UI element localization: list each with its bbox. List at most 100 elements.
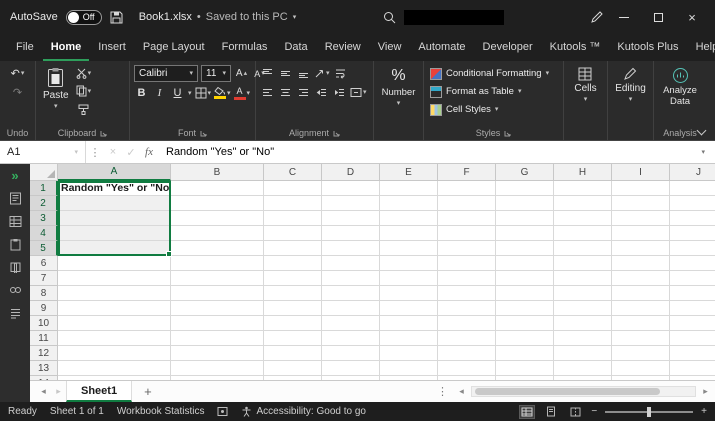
cell-D6[interactable] — [322, 256, 380, 271]
cell-C14[interactable] — [264, 376, 322, 380]
cell-A4[interactable] — [58, 226, 171, 241]
more-options-icon[interactable]: ⋮ — [86, 146, 104, 159]
add-sheet-button[interactable]: + — [144, 384, 152, 399]
save-icon[interactable] — [110, 11, 123, 24]
paste-button[interactable]: Paste ▾ — [40, 65, 72, 112]
tab-kutools[interactable]: Kutools ™ — [542, 34, 609, 61]
clipboard-dialog-launcher[interactable] — [100, 130, 107, 137]
row-header-11[interactable]: 11 — [30, 331, 58, 346]
row-header-12[interactable]: 12 — [30, 346, 58, 361]
scrollbar-options-icon[interactable]: ⋮ — [437, 385, 448, 398]
cell-E13[interactable] — [380, 361, 438, 376]
cell-F13[interactable] — [438, 361, 496, 376]
merge-center-button[interactable]: ▾ — [350, 84, 367, 100]
format-painter-button[interactable] — [76, 101, 91, 117]
find-icon[interactable] — [9, 284, 22, 297]
cell-G13[interactable] — [496, 361, 554, 376]
column-header-A[interactable]: A — [58, 164, 171, 181]
cell-F9[interactable] — [438, 301, 496, 316]
cell-A8[interactable] — [58, 286, 171, 301]
align-middle-icon[interactable] — [278, 65, 293, 81]
column-header-G[interactable]: G — [496, 164, 554, 181]
undo-button[interactable]: ↶ ▾ — [10, 65, 25, 81]
fill-color-button[interactable]: ▾ — [214, 85, 231, 101]
cell-E12[interactable] — [380, 346, 438, 361]
horizontal-scrollbar[interactable] — [471, 386, 696, 397]
cell-J2[interactable] — [670, 196, 715, 211]
tab-insert[interactable]: Insert — [90, 34, 134, 61]
cell-I12[interactable] — [612, 346, 670, 361]
cell-F11[interactable] — [438, 331, 496, 346]
cell-G8[interactable] — [496, 286, 554, 301]
wrap-text-button[interactable] — [333, 65, 348, 81]
cell-J3[interactable] — [670, 211, 715, 226]
conditional-formatting-button[interactable]: Conditional Formatting ▾ — [428, 65, 551, 82]
tab-view[interactable]: View — [370, 34, 410, 61]
cell-A7[interactable] — [58, 271, 171, 286]
cell-D11[interactable] — [322, 331, 380, 346]
cell-G4[interactable] — [496, 226, 554, 241]
cell-F1[interactable] — [438, 181, 496, 196]
cell-D12[interactable] — [322, 346, 380, 361]
cell-F12[interactable] — [438, 346, 496, 361]
cell-I4[interactable] — [612, 226, 670, 241]
select-all-button[interactable] — [30, 164, 58, 181]
cell-J7[interactable] — [670, 271, 715, 286]
tab-formulas[interactable]: Formulas — [214, 34, 276, 61]
cell-I11[interactable] — [612, 331, 670, 346]
cut-button[interactable]: ▾ — [76, 65, 91, 81]
cell-G3[interactable] — [496, 211, 554, 226]
column-list-icon[interactable] — [9, 307, 22, 320]
align-right-icon[interactable] — [296, 84, 311, 100]
cell-J14[interactable] — [670, 376, 715, 380]
cell-J11[interactable] — [670, 331, 715, 346]
cell-B3[interactable] — [171, 211, 264, 226]
search-icon[interactable] — [383, 11, 396, 24]
column-header-B[interactable]: B — [171, 164, 264, 181]
cell-D7[interactable] — [322, 271, 380, 286]
cell-E2[interactable] — [380, 196, 438, 211]
tab-review[interactable]: Review — [317, 34, 369, 61]
cancel-icon[interactable]: × — [104, 146, 122, 158]
cell-H2[interactable] — [554, 196, 612, 211]
borders-button[interactable]: ▾ — [195, 85, 211, 101]
cell-J9[interactable] — [670, 301, 715, 316]
cell-A6[interactable] — [58, 256, 171, 271]
cell-B11[interactable] — [171, 331, 264, 346]
page-layout-view-button[interactable] — [543, 405, 559, 419]
format-as-table-button[interactable]: Format as Table ▾ — [428, 83, 523, 100]
cell-E4[interactable] — [380, 226, 438, 241]
number-format-button[interactable]: % Number ▾ — [379, 65, 419, 109]
name-box[interactable]: A1 ▾ — [0, 141, 86, 163]
normal-view-button[interactable] — [519, 404, 536, 419]
column-header-H[interactable]: H — [554, 164, 612, 181]
cell-A3[interactable] — [58, 211, 171, 226]
cell-I14[interactable] — [612, 376, 670, 380]
align-left-icon[interactable] — [260, 84, 275, 100]
decrease-indent-icon[interactable] — [314, 84, 329, 100]
cell-A10[interactable] — [58, 316, 171, 331]
cell-F7[interactable] — [438, 271, 496, 286]
cell-C5[interactable] — [264, 241, 322, 256]
font-color-button[interactable]: A ▾ — [233, 85, 250, 101]
cell-A5[interactable] — [58, 241, 171, 256]
cell-G5[interactable] — [496, 241, 554, 256]
cell-D9[interactable] — [322, 301, 380, 316]
align-bottom-icon[interactable] — [296, 65, 311, 81]
row-header-10[interactable]: 10 — [30, 316, 58, 331]
italic-button[interactable]: I — [152, 85, 167, 101]
cell-E1[interactable] — [380, 181, 438, 196]
cell-D5[interactable] — [322, 241, 380, 256]
next-sheet-icon[interactable]: ▸ — [51, 386, 66, 397]
cell-J1[interactable] — [670, 181, 715, 196]
maximize-button[interactable] — [645, 0, 671, 34]
cell-J8[interactable] — [670, 286, 715, 301]
cell-styles-button[interactable]: Cell Styles ▾ — [428, 101, 500, 118]
record-macro-icon[interactable] — [217, 406, 228, 417]
cell-C10[interactable] — [264, 316, 322, 331]
cell-H9[interactable] — [554, 301, 612, 316]
cell-G9[interactable] — [496, 301, 554, 316]
enter-icon[interactable]: ✓ — [122, 146, 140, 159]
font-dialog-launcher[interactable] — [200, 130, 207, 137]
cell-G6[interactable] — [496, 256, 554, 271]
